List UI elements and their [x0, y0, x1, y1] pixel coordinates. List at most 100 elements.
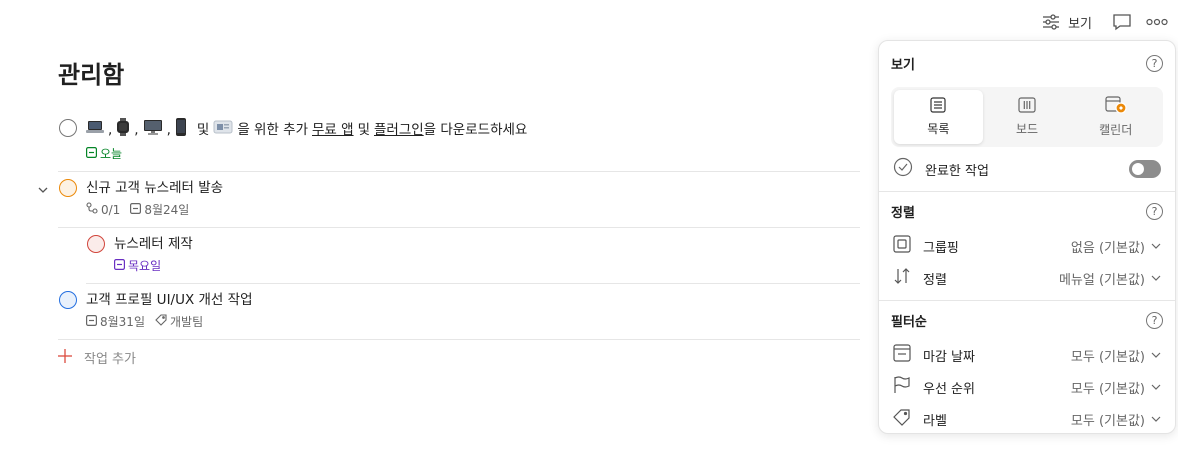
chevron-down-icon	[1151, 271, 1161, 286]
task-row[interactable]: 신규 고객 뉴스레터 발송 0/1 8월24일	[38, 172, 860, 228]
board-icon	[1018, 97, 1036, 116]
panel-header: 보기 ?	[879, 41, 1175, 85]
due-date-filter-label: 마감 날짜	[923, 349, 975, 365]
filter-header: 필터순 ?	[879, 301, 1175, 339]
main-content: 관리함 , , , 및 을 위한 추가 무료 앱 및 플러그인 을 다운로드하세…	[38, 58, 860, 367]
task-row[interactable]: , , , 및 을 위한 추가 무료 앱 및 플러그인 을 다운로드하세요 오늘	[58, 112, 860, 172]
label-filter-row[interactable]: 라벨 모두 (기본값)	[879, 403, 1175, 435]
mail-icon	[213, 119, 233, 141]
desktop-icon	[143, 119, 163, 141]
priority-filter-row[interactable]: 우선 순위 모두 (기본값)	[879, 371, 1175, 403]
sort-icon	[893, 267, 911, 289]
completed-tasks-row[interactable]: 완료한 작업	[879, 153, 1175, 185]
view-button-label: 보기	[1068, 16, 1092, 32]
view-options-panel: 보기 ? 목록 보드 캘린더 완료한 작업 정렬 ? 그룹핑 없음 (기본값) …	[878, 40, 1176, 434]
grouping-value: 없음 (기본값)	[1070, 240, 1145, 256]
task-checkbox[interactable]	[87, 235, 105, 253]
task-meta: 오늘	[86, 145, 860, 162]
text: 을 위한 추가	[237, 122, 308, 138]
view-button[interactable]: 보기	[1042, 13, 1092, 32]
grouping-select[interactable]: 없음 (기본값)	[1071, 237, 1161, 256]
chevron-down-icon	[1151, 412, 1161, 427]
priority-filter-value: 모두 (기본값)	[1070, 381, 1145, 397]
subtask-icon	[86, 202, 98, 217]
task-row[interactable]: 고객 프로필 UI/UX 개선 작업 8월31일 개발팀	[58, 284, 860, 340]
due-date-label: 목요일	[128, 259, 162, 273]
flag-icon	[893, 376, 911, 398]
watch-icon	[116, 118, 130, 142]
task-label[interactable]: 개발팀	[155, 313, 203, 330]
add-task-label: 작업 추가	[84, 352, 136, 367]
sort-section-title: 정렬	[891, 205, 915, 221]
task-title: 고객 프로필 UI/UX 개선 작업	[86, 292, 253, 308]
plugin-link[interactable]: 플러그인	[374, 120, 424, 140]
free-app-link[interactable]: 무료 앱	[312, 120, 354, 140]
top-bar: 보기	[1042, 10, 1168, 34]
due-date-filter-select[interactable]: 모두 (기본값)	[1071, 346, 1161, 365]
sliders-icon	[1042, 14, 1060, 30]
view-switcher: 목록 보드 캘린더	[891, 87, 1163, 147]
plus-icon	[58, 348, 72, 367]
grouping-label: 그룹핑	[923, 240, 959, 256]
view-option-board[interactable]: 보드	[983, 90, 1072, 144]
due-date-filter-value: 모두 (기본값)	[1070, 349, 1145, 365]
view-option-label: 목록	[927, 122, 950, 136]
group-icon	[893, 235, 911, 257]
task-meta: 8월31일 개발팀	[86, 313, 860, 330]
help-icon[interactable]: ?	[1146, 311, 1163, 329]
task-meta: 0/1 8월24일	[86, 201, 860, 218]
more-icon[interactable]	[1146, 18, 1168, 26]
sorting-row[interactable]: 정렬 메뉴얼 (기본값)	[879, 262, 1175, 294]
calendar-icon	[86, 146, 98, 161]
list-icon	[930, 97, 946, 116]
due-date-label: 8월24일	[144, 203, 190, 217]
due-date[interactable]: 목요일	[114, 257, 161, 274]
priority-filter-select[interactable]: 모두 (기본값)	[1071, 378, 1161, 397]
chevron-down-icon[interactable]	[38, 183, 48, 198]
view-option-label: 보드	[1015, 122, 1039, 136]
completed-tasks-toggle[interactable]	[1129, 160, 1161, 178]
add-task-button[interactable]: 작업 추가	[58, 340, 860, 367]
check-circle-icon	[893, 157, 913, 181]
subtask-row[interactable]: 뉴스레터 제작 목요일	[86, 228, 860, 284]
task-label-text: 개발팀	[170, 315, 204, 329]
sorting-select[interactable]: 메뉴얼 (기본값)	[1059, 269, 1161, 288]
laptop-icon	[86, 119, 104, 141]
help-icon[interactable]: ?	[1146, 54, 1163, 72]
view-option-list[interactable]: 목록	[894, 90, 983, 144]
priority-filter-label: 우선 순위	[923, 381, 975, 397]
due-date-filter-row[interactable]: 마감 날짜 모두 (기본값)	[879, 339, 1175, 371]
task-meta: 목요일	[114, 257, 860, 274]
label-filter-select[interactable]: 모두 (기본값)	[1071, 410, 1161, 429]
separator: ,	[134, 122, 139, 138]
chevron-down-icon	[1151, 380, 1161, 395]
grouping-row[interactable]: 그룹핑 없음 (기본값)	[879, 230, 1175, 262]
phone-icon	[175, 118, 187, 142]
view-section-title: 보기	[891, 57, 915, 73]
task-checkbox[interactable]	[59, 119, 77, 137]
page-title: 관리함	[58, 61, 125, 89]
due-date-label: 오늘	[100, 147, 123, 161]
due-date[interactable]: 8월31일	[86, 313, 145, 330]
due-date[interactable]: 오늘	[86, 145, 122, 162]
due-date[interactable]: 8월24일	[130, 201, 189, 218]
task-checkbox[interactable]	[59, 291, 77, 309]
calendar-icon	[114, 258, 126, 273]
calendar-icon	[893, 344, 911, 366]
subtask-count: 0/1	[86, 202, 120, 217]
task-title: 신규 고객 뉴스레터 발송	[86, 180, 224, 196]
text: 및	[357, 122, 370, 138]
view-option-label: 캘린더	[1099, 123, 1133, 137]
task-checkbox[interactable]	[59, 179, 77, 197]
task-title: , , , 및 을 위한 추가 무료 앱 및 플러그인 을 다운로드하세요	[86, 118, 860, 142]
view-option-calendar[interactable]: 캘린더	[1071, 90, 1160, 144]
due-date-label: 8월31일	[100, 315, 145, 329]
text: 을 다운로드하세요	[423, 122, 528, 138]
calendar-icon	[86, 314, 98, 329]
chevron-down-icon	[1151, 239, 1161, 254]
calendar-icon	[130, 202, 142, 217]
help-icon[interactable]: ?	[1146, 202, 1163, 220]
text: 및	[196, 122, 210, 138]
comment-icon[interactable]	[1112, 13, 1132, 31]
label-filter-label: 라벨	[923, 413, 947, 429]
